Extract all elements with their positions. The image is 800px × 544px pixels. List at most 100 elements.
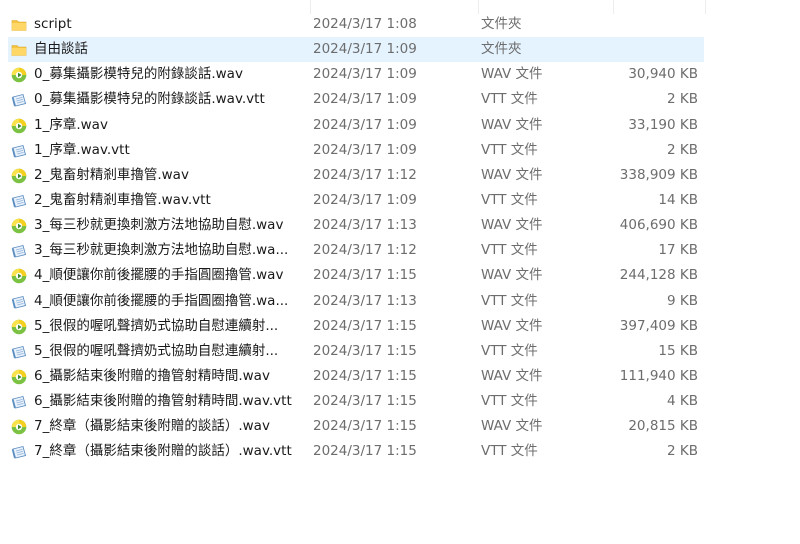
file-row[interactable]: 自由談話 2024/3/17 1:09 文件夾: [8, 37, 704, 63]
audio-file-icon: [11, 118, 27, 134]
file-date-modified: 2024/3/17 1:13: [313, 217, 417, 234]
file-type: 文件夾: [481, 41, 522, 58]
file-row[interactable]: 6_攝影結束後附贈的擼管射精時間.wav 2024/3/17 1:15 WAV 文件…: [8, 364, 704, 389]
file-name: 5_很假的喔吼聲擠奶式協助自慰連續射...: [34, 317, 279, 334]
audio-file-icon: [11, 319, 27, 335]
file-size: 397,409 KB: [619, 317, 698, 334]
file-size: 9 KB: [667, 292, 698, 309]
folder-icon: [11, 17, 27, 33]
file-row[interactable]: 3_每三秒就更換刺激方法地協助自慰.wa... 2024/3/17 1:12 VTT…: [8, 238, 704, 263]
file-name: 3_每三秒就更換刺激方法地協助自慰.wa...: [34, 242, 289, 259]
folder-icon: [11, 42, 27, 58]
file-row[interactable]: 0_募集攝影模特兒的附錄談話.wav.vtt 2024/3/17 1:09 VTT …: [8, 87, 704, 112]
file-type: VTT 文件: [481, 443, 538, 460]
file-row[interactable]: 0_募集攝影模特兒的附錄談話.wav 2024/3/17 1:09 WAV 文件 30…: [8, 62, 704, 87]
file-name: 7_終章（攝影結束後附贈的談話）.wav.vtt: [34, 443, 292, 460]
file-name: script: [34, 16, 72, 32]
file-size: 111,940 KB: [619, 367, 698, 384]
file-date-modified: 2024/3/17 1:08: [313, 16, 417, 32]
file-date-modified: 2024/3/17 1:12: [313, 166, 417, 183]
file-date-modified: 2024/3/17 1:15: [313, 267, 417, 284]
file-size: 33,190 KB: [628, 116, 698, 133]
file-name: 4_順便讓你前後擺腰的手指圓圈擼管.wav: [34, 267, 284, 284]
audio-file-icon: [11, 168, 27, 184]
file-date-modified: 2024/3/17 1:15: [313, 317, 417, 334]
text-file-icon: [11, 92, 27, 108]
file-type: WAV 文件: [481, 217, 543, 234]
file-row[interactable]: 2_鬼畜射精剎車擼管.wav 2024/3/17 1:12 WAV 文件 338,90…: [8, 163, 704, 188]
file-row[interactable]: 5_很假的喔吼聲擠奶式協助自慰連續射... 2024/3/17 1:15 WAV 文…: [8, 314, 704, 339]
file-type: WAV 文件: [481, 267, 543, 284]
file-size: 20,815 KB: [628, 418, 698, 435]
file-size: 15 KB: [658, 342, 698, 359]
file-name: 2_鬼畜射精剎車擼管.wav: [34, 166, 189, 183]
audio-file-icon: [11, 218, 27, 234]
file-date-modified: 2024/3/17 1:15: [313, 443, 417, 460]
text-file-icon: [11, 193, 27, 209]
file-date-modified: 2024/3/17 1:09: [313, 91, 417, 108]
file-name: 6_攝影結束後附贈的擼管射精時間.wav.vtt: [34, 393, 292, 410]
file-date-modified: 2024/3/17 1:13: [313, 292, 417, 309]
file-size: 338,909 KB: [619, 166, 698, 183]
file-type: VTT 文件: [481, 342, 538, 359]
file-row[interactable]: 4_順便讓你前後擺腰的手指圓圈擼管.wa... 2024/3/17 1:13 VTT…: [8, 289, 704, 314]
file-name: 0_募集攝影模特兒的附錄談話.wav: [34, 66, 243, 83]
file-name: 6_攝影結束後附贈的擼管射精時間.wav: [34, 367, 270, 384]
text-file-icon: [11, 394, 27, 410]
text-file-icon: [11, 143, 27, 159]
file-name: 4_順便讓你前後擺腰的手指圓圈擼管.wa...: [34, 292, 289, 309]
text-file-icon: [11, 444, 27, 460]
file-row[interactable]: 2_鬼畜射精剎車擼管.wav.vtt 2024/3/17 1:09 VTT 文件 14…: [8, 188, 704, 213]
file-name: 7_終章（攝影結束後附贈的談話）.wav: [34, 418, 270, 435]
file-row[interactable]: 4_順便讓你前後擺腰的手指圓圈擼管.wav 2024/3/17 1:15 WAV 文…: [8, 263, 704, 288]
file-date-modified: 2024/3/17 1:09: [313, 141, 417, 158]
file-date-modified: 2024/3/17 1:15: [313, 393, 417, 410]
file-type: VTT 文件: [481, 141, 538, 158]
file-size: 4 KB: [667, 393, 698, 410]
file-type: WAV 文件: [481, 166, 543, 183]
file-date-modified: 2024/3/17 1:09: [313, 41, 417, 58]
file-type: VTT 文件: [481, 292, 538, 309]
text-file-icon: [11, 243, 27, 259]
file-type: WAV 文件: [481, 367, 543, 384]
file-size: 406,690 KB: [619, 217, 698, 234]
file-row[interactable]: 3_每三秒就更換刺激方法地協助自慰.wav 2024/3/17 1:13 WAV 文…: [8, 213, 704, 238]
audio-file-icon: [11, 67, 27, 83]
file-type: VTT 文件: [481, 91, 538, 108]
file-row[interactable]: script 2024/3/17 1:08 文件夾: [8, 12, 704, 37]
file-size: 2 KB: [667, 91, 698, 108]
file-size: 17 KB: [658, 242, 698, 259]
file-date-modified: 2024/3/17 1:15: [313, 418, 417, 435]
file-row[interactable]: 7_終章（攝影結束後附贈的談話）.wav.vtt 2024/3/17 1:15 VT…: [8, 439, 704, 464]
file-type: VTT 文件: [481, 191, 538, 208]
file-type: WAV 文件: [481, 66, 543, 83]
file-type: 文件夾: [481, 16, 522, 32]
file-row[interactable]: 7_終章（攝影結束後附贈的談話）.wav 2024/3/17 1:15 WAV 文件…: [8, 414, 704, 439]
file-size: 2 KB: [667, 141, 698, 158]
file-row[interactable]: 1_序章.wav 2024/3/17 1:09 WAV 文件 33,190 KB: [8, 113, 704, 138]
file-rows: script 2024/3/17 1:08 文件夾 自由談話 2024/3/17 1:0…: [8, 12, 704, 465]
file-type: VTT 文件: [481, 393, 538, 410]
file-date-modified: 2024/3/17 1:09: [313, 66, 417, 83]
file-date-modified: 2024/3/17 1:15: [313, 342, 417, 359]
file-name: 1_序章.wav: [34, 116, 108, 133]
file-size: 14 KB: [658, 191, 698, 208]
text-file-icon: [11, 344, 27, 360]
file-name: 3_每三秒就更換刺激方法地協助自慰.wav: [34, 217, 284, 234]
file-row[interactable]: 5_很假的喔吼聲擠奶式協助自慰連續射... 2024/3/17 1:15 VTT 文…: [8, 339, 704, 364]
file-date-modified: 2024/3/17 1:09: [313, 191, 417, 208]
text-file-icon: [11, 294, 27, 310]
file-type: VTT 文件: [481, 242, 538, 259]
file-row[interactable]: 6_攝影結束後附贈的擼管射精時間.wav.vtt 2024/3/17 1:15 VT…: [8, 389, 704, 414]
file-name: 0_募集攝影模特兒的附錄談話.wav.vtt: [34, 91, 265, 108]
file-size: 244,128 KB: [619, 267, 698, 284]
audio-file-icon: [11, 369, 27, 385]
file-date-modified: 2024/3/17 1:09: [313, 116, 417, 133]
file-name: 1_序章.wav.vtt: [34, 141, 130, 158]
file-name: 2_鬼畜射精剎車擼管.wav.vtt: [34, 191, 211, 208]
file-name: 自由談話: [34, 41, 88, 58]
file-list: script 2024/3/17 1:08 文件夾 自由談話 2024/3/17 1:0…: [8, 0, 706, 465]
file-size: 30,940 KB: [628, 66, 698, 83]
file-row[interactable]: 1_序章.wav.vtt 2024/3/17 1:09 VTT 文件 2 KB: [8, 138, 704, 163]
file-type: WAV 文件: [481, 418, 543, 435]
